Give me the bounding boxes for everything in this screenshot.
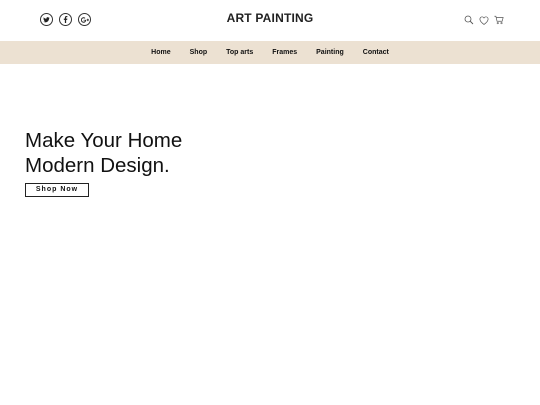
brand-title[interactable]: ART PAINTING [0,11,540,25]
nav-item-home[interactable]: Home [151,49,170,56]
heart-icon[interactable] [479,15,489,25]
nav-item-frames[interactable]: Frames [272,49,297,56]
top-header: ART PAINTING [0,0,540,41]
hero-section: Make Your Home Modern Design. Shop Now [25,128,182,197]
shop-now-button[interactable]: Shop Now [25,183,89,197]
search-icon[interactable] [464,15,474,25]
page: ART PAINTING Home Shop Top arts Frames P… [0,0,540,405]
hero-title-line-2: Modern Design. [25,154,170,177]
main-nav: Home Shop Top arts Frames Painting Conta… [0,41,540,64]
nav-item-contact[interactable]: Contact [363,49,389,56]
nav-item-top-arts[interactable]: Top arts [226,49,253,56]
hero-title-line-1: Make Your Home [25,129,183,152]
cart-icon[interactable] [494,15,504,25]
hero-title: Make Your Home Modern Design. [25,128,182,178]
nav-item-painting[interactable]: Painting [316,49,344,56]
nav-item-shop[interactable]: Shop [190,49,208,56]
utility-icons [464,15,504,25]
